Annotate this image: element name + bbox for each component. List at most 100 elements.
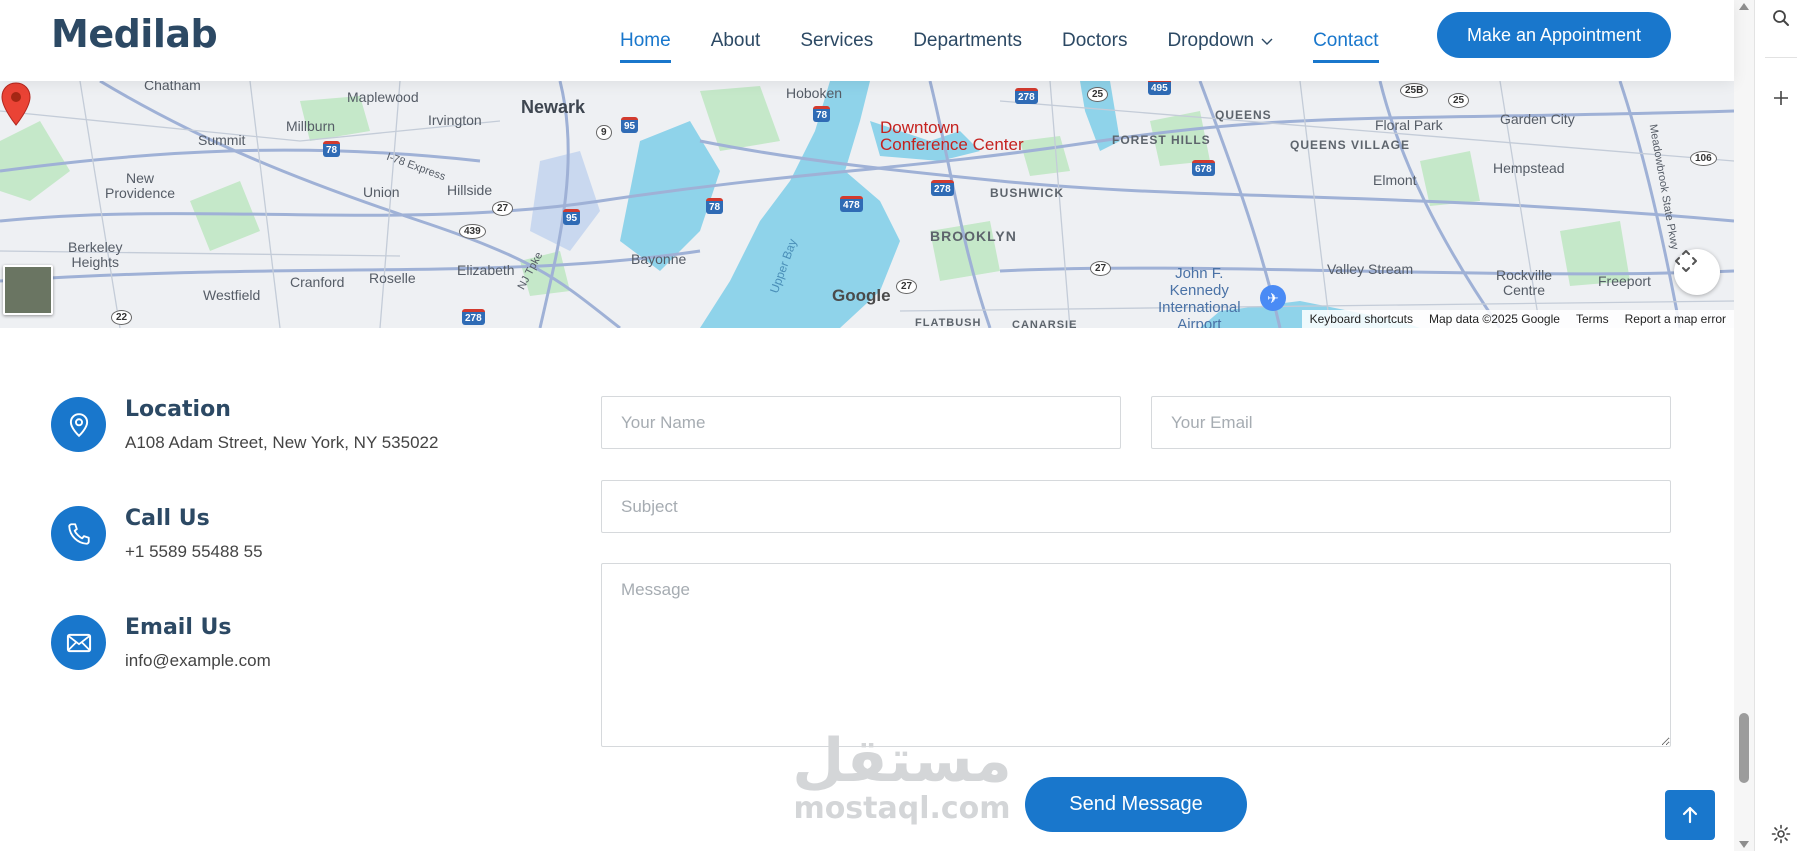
- map-label-berkeley-heights: Berkeley Heights: [68, 239, 123, 270]
- map-label-queens-village: QUEENS VILLAGE: [1290, 138, 1411, 152]
- highway-shield: 478: [840, 196, 863, 212]
- highway-shield: 25: [1448, 93, 1470, 108]
- google-logo: Google: [832, 286, 891, 305]
- message-field[interactable]: [601, 563, 1671, 747]
- side-separator: [1765, 57, 1797, 58]
- highway-shield: 95: [563, 209, 581, 225]
- map-label-queens: QUEENS: [1215, 108, 1272, 122]
- map-label-hempstead: Hempstead: [1493, 160, 1565, 176]
- map-label-flatbush: FLATBUSH: [915, 317, 982, 328]
- arrow-up-icon: [1682, 806, 1698, 824]
- nav-about[interactable]: About: [711, 22, 761, 60]
- nav-services[interactable]: Services: [800, 22, 873, 60]
- map-label-cranford: Cranford: [290, 274, 345, 290]
- scroll-top-button[interactable]: [1665, 790, 1715, 840]
- nav-dropdown-label: Dropdown: [1167, 29, 1255, 51]
- map-label-elmont: Elmont: [1373, 172, 1417, 188]
- map-label-bayonne: Bayonne: [631, 251, 687, 267]
- info-location-title: Location: [125, 397, 231, 422]
- scroll-up-arrow[interactable]: [1739, 3, 1749, 10]
- site-header: Medilab Home About Services Departments …: [0, 0, 1734, 81]
- map-pin-icon[interactable]: [0, 81, 32, 127]
- nav-doctors[interactable]: Doctors: [1062, 22, 1127, 60]
- chevron-down-icon: [1261, 38, 1273, 45]
- map-label-freeport: Freeport: [1598, 273, 1651, 289]
- scrollbar-thumb[interactable]: [1739, 713, 1749, 783]
- gear-icon: [1771, 824, 1791, 844]
- map-terms-link[interactable]: Terms: [1568, 312, 1617, 326]
- main-nav: Home About Services Departments Doctors …: [600, 0, 1399, 81]
- map-footer: Keyboard shortcuts Map data ©2025 Google…: [1301, 310, 1734, 328]
- highway-shield: 78: [323, 141, 341, 157]
- nav-contact[interactable]: Contact: [1313, 22, 1380, 63]
- map-label-newark: Newark: [521, 97, 586, 117]
- map-label-floral-park: Floral Park: [1375, 117, 1443, 133]
- highway-shield: 678: [1192, 160, 1215, 176]
- scroll-down-arrow[interactable]: [1739, 841, 1749, 848]
- page-scrollbar[interactable]: [1734, 0, 1754, 851]
- highway-shield: 278: [1015, 88, 1038, 104]
- subject-field[interactable]: [601, 480, 1671, 533]
- map-label-summit: Summit: [198, 132, 246, 148]
- map-data-attribution: Map data ©2025 Google: [1429, 312, 1560, 326]
- nav-departments[interactable]: Departments: [913, 22, 1022, 60]
- plus-icon: [1774, 91, 1788, 105]
- envelope-icon: [51, 615, 106, 670]
- info-email-text: info@example.com: [125, 651, 271, 670]
- side-add-button[interactable]: [1767, 84, 1795, 112]
- highway-shield: 22: [111, 310, 133, 325]
- watermark-latin: mostaql.com: [793, 791, 1011, 826]
- highway-shield: 27: [896, 279, 918, 294]
- site-logo[interactable]: Medilab: [51, 12, 218, 56]
- map-report-error-link[interactable]: Report a map error: [1617, 312, 1734, 326]
- map-label-garden-city: Garden City: [1500, 111, 1575, 127]
- map-keyboard-shortcuts-link[interactable]: Keyboard shortcuts: [1302, 312, 1421, 326]
- side-settings-button[interactable]: [1767, 820, 1795, 848]
- map-label-chatham: Chatham: [144, 81, 201, 93]
- map-label-roselle: Roselle: [369, 270, 416, 286]
- map-pin-label-line1: Downtown: [880, 118, 960, 137]
- highway-shield: 25: [1087, 87, 1109, 102]
- info-call-text: +1 5589 55488 55: [125, 542, 263, 561]
- name-field[interactable]: [601, 396, 1121, 449]
- highway-shield: 95: [621, 117, 639, 133]
- highway-shield: 78: [813, 106, 831, 122]
- fullscreen-icon: [1675, 250, 1697, 272]
- satellite-layer-thumbnail[interactable]: [3, 265, 53, 315]
- highway-shield: 278: [931, 180, 954, 196]
- map-label-jfk-airport: John F. Kennedy International Airport: [1158, 265, 1241, 328]
- phone-icon: [51, 506, 106, 561]
- highway-shield: 439: [459, 224, 486, 239]
- map-label-hoboken: Hoboken: [786, 85, 843, 101]
- map-label-valley-stream: Valley Stream: [1327, 261, 1414, 277]
- nav-dropdown[interactable]: Dropdown: [1167, 22, 1273, 60]
- highway-shield: 106: [1690, 151, 1717, 166]
- map-pin-label-line2: Conference Center: [880, 135, 1024, 154]
- info-call-title: Call Us: [125, 506, 210, 531]
- map-label-canarsie: CANARSIE: [1012, 319, 1078, 328]
- info-email-title: Email Us: [125, 615, 232, 640]
- map-pin-label: Downtown Conference Center: [880, 119, 1024, 153]
- airport-icon: ✈: [1260, 285, 1286, 311]
- map-label-forest-hills: FOREST HILLS: [1112, 133, 1211, 147]
- browser-side-panel: [1754, 0, 1806, 851]
- highway-shield: 9: [596, 125, 612, 140]
- info-location: Location A108 Adam Street, New York, NY …: [51, 397, 571, 457]
- fullscreen-button[interactable]: [1674, 249, 1720, 295]
- highway-shield: 278: [462, 309, 485, 325]
- map-label-new-providence: New Providence: [105, 170, 176, 201]
- map-label-union: Union: [363, 184, 400, 200]
- info-call: Call Us +1 5589 55488 55: [51, 506, 571, 566]
- email-field[interactable]: [1151, 396, 1671, 449]
- search-icon: [1773, 10, 1789, 26]
- map-label-rockville-centre: Rockville Centre: [1496, 267, 1553, 298]
- google-map[interactable]: Chatham Maplewood Newark Hoboken QUEENS …: [0, 81, 1734, 328]
- highway-shield: 495: [1148, 81, 1171, 95]
- send-message-button[interactable]: Send Message: [1025, 777, 1247, 832]
- map-label-irvington: Irvington: [428, 112, 482, 128]
- side-search-button[interactable]: [1767, 4, 1795, 32]
- make-appointment-button[interactable]: Make an Appointment: [1437, 12, 1671, 58]
- info-email: Email Us info@example.com: [51, 615, 571, 675]
- nav-home[interactable]: Home: [620, 22, 671, 63]
- map-label-westfield: Westfield: [203, 287, 261, 303]
